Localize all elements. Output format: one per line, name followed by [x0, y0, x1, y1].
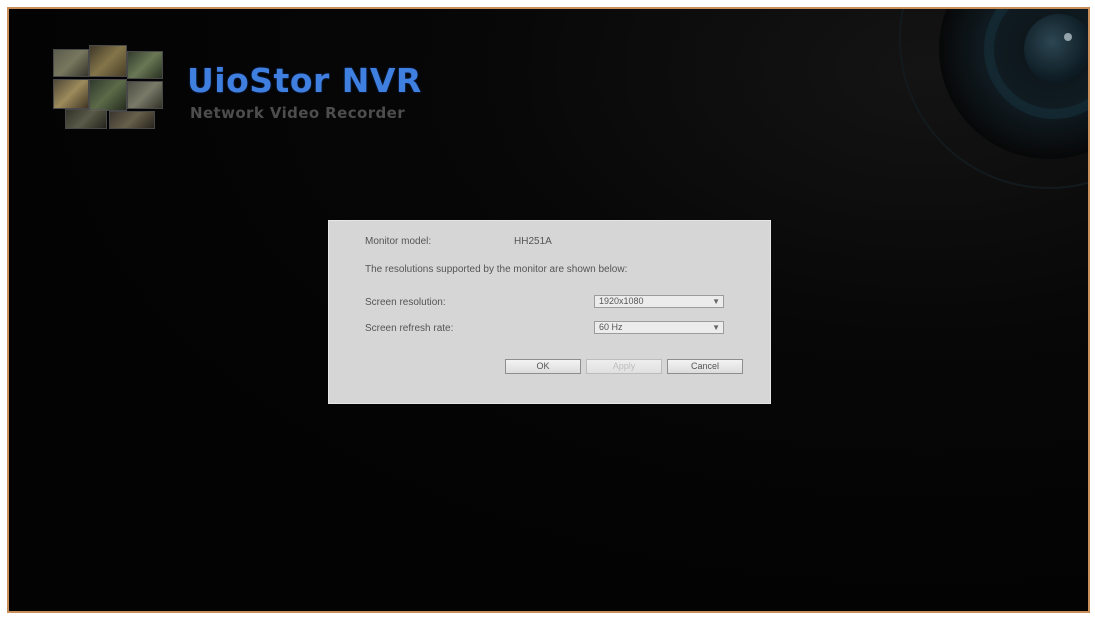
ok-button[interactable]: OK: [505, 359, 581, 374]
info-text: The resolutions supported by the monitor…: [365, 264, 628, 275]
product-title: UioStor NVR: [187, 61, 422, 100]
monitor-model-value: HH251A: [514, 236, 552, 247]
camera-thumbnails-icon: [47, 39, 171, 131]
screen-resolution-label: Screen resolution:: [365, 297, 446, 308]
thumbnail: [89, 79, 127, 111]
screen-refresh-rate-label: Screen refresh rate:: [365, 323, 454, 334]
cancel-button[interactable]: Cancel: [667, 359, 743, 374]
thumbnail: [89, 45, 127, 77]
screen-refresh-rate-select[interactable]: 60 Hz ▼: [594, 321, 724, 334]
lens-glint-decoration: [1064, 33, 1072, 41]
thumbnail: [127, 81, 163, 109]
chevron-down-icon[interactable]: ▼: [712, 296, 720, 307]
thumbnail: [65, 109, 107, 129]
screen-resolution-value: 1920x1080: [599, 296, 644, 306]
thumbnail: [127, 51, 163, 79]
thumbnail: [53, 49, 89, 77]
screen-resolution-select[interactable]: 1920x1080 ▼: [594, 295, 724, 308]
monitor-model-label: Monitor model:: [365, 236, 432, 247]
apply-button[interactable]: Apply: [586, 359, 662, 374]
lens-glass-decoration: [1024, 14, 1088, 84]
product-subtitle: Network Video Recorder: [190, 104, 406, 122]
thumbnail: [109, 111, 155, 129]
screen-refresh-rate-value: 60 Hz: [599, 322, 623, 332]
screen-frame: UioStor NVR Network Video Recorder Monit…: [7, 7, 1090, 613]
thumbnail: [53, 79, 89, 109]
monitor-settings-dialog: Monitor model: HH251A The resolutions su…: [328, 220, 771, 404]
chevron-down-icon[interactable]: ▼: [712, 322, 720, 333]
desktop-background: UioStor NVR Network Video Recorder Monit…: [9, 9, 1088, 611]
